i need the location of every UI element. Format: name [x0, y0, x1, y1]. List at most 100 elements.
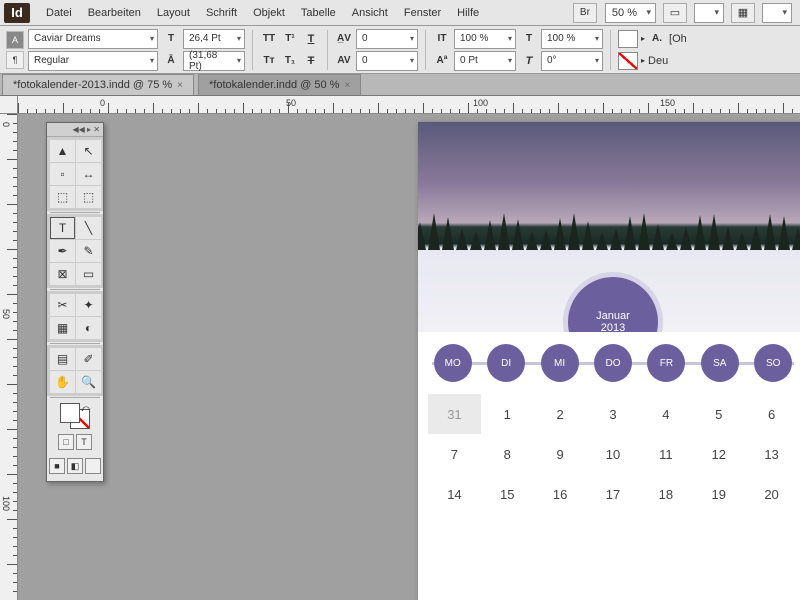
calendar-cell[interactable]: 6 — [745, 394, 798, 434]
selection-tool[interactable]: ▲ — [50, 140, 75, 162]
control-bar: A ¶ Caviar Dreams Regular T26,4 Pt Ā(31,… — [0, 26, 800, 74]
calendar-cell[interactable]: 2 — [534, 394, 587, 434]
kerning-input[interactable]: 0 — [356, 29, 418, 49]
calendar-cell[interactable]: 19 — [692, 474, 745, 514]
para-mode-button[interactable]: ¶ — [6, 51, 24, 69]
page-tool[interactable]: ▫ — [50, 163, 75, 185]
menu-bearbeiten[interactable]: Bearbeiten — [80, 3, 149, 23]
horizontal-ruler[interactable]: 050100150200 — [18, 96, 800, 114]
smallcaps-icon[interactable]: Tᴛ — [260, 52, 278, 70]
canvas[interactable]: Januar 2013 MODIMIDOFRSASO 3112345678910… — [18, 114, 800, 600]
stroke-swatch[interactable] — [618, 52, 638, 70]
calendar-cell[interactable]: 8 — [481, 434, 534, 474]
allcaps-icon[interactable]: TT — [260, 30, 278, 48]
apply-color-button[interactable]: ■ — [49, 458, 65, 474]
ruler-origin[interactable] — [0, 96, 18, 114]
panel-header[interactable]: ◀◀ ▸ ✕ — [47, 123, 103, 137]
strike-icon[interactable]: T — [302, 52, 320, 70]
menu-hilfe[interactable]: Hilfe — [449, 3, 487, 23]
fill-swatch[interactable] — [618, 30, 638, 48]
calendar-cell[interactable]: 18 — [639, 474, 692, 514]
menu-schrift[interactable]: Schrift — [198, 3, 245, 23]
direct-selection-tool[interactable]: ↖ — [76, 140, 101, 162]
view-mode-button[interactable]: ▭ — [663, 3, 687, 23]
apply-text-button[interactable]: T — [76, 434, 92, 450]
vscale-input[interactable]: 100 % — [454, 29, 516, 49]
calendar-cell[interactable]: 20 — [745, 474, 798, 514]
apply-gradient-button[interactable]: ◧ — [67, 458, 83, 474]
menu-datei[interactable]: Datei — [38, 3, 80, 23]
charstyle-icon[interactable]: A. — [648, 30, 666, 48]
workspace-select[interactable] — [762, 3, 792, 23]
screen-mode-select[interactable] — [694, 3, 724, 23]
calendar-cell[interactable]: 1 — [481, 394, 534, 434]
transform-tool[interactable]: ✦ — [76, 294, 101, 316]
eyedropper-tool[interactable]: ✐ — [76, 348, 101, 370]
hscale-input[interactable]: 100 % — [541, 29, 603, 49]
line-tool[interactable]: ╲ — [76, 217, 101, 239]
calendar-cell[interactable]: 14 — [428, 474, 481, 514]
track-icon: AV — [335, 52, 353, 70]
menu-objekt[interactable]: Objekt — [245, 3, 293, 23]
tracking-input[interactable]: 0 — [356, 51, 418, 71]
calendar-cell[interactable]: 15 — [481, 474, 534, 514]
weekday-badge: SO — [754, 344, 792, 382]
calendar-cell[interactable]: 10 — [587, 434, 640, 474]
char-mode-button[interactable]: A — [6, 31, 24, 49]
super-icon[interactable]: T¹ — [281, 30, 299, 48]
gradient-swatch-tool[interactable]: ▦ — [50, 317, 75, 339]
calendar-cell[interactable]: 11 — [639, 434, 692, 474]
calendar-cell[interactable]: 3 — [587, 394, 640, 434]
underline-icon[interactable]: T — [302, 30, 320, 48]
menu-fenster[interactable]: Fenster — [396, 3, 449, 23]
sub-icon[interactable]: T₁ — [281, 52, 299, 70]
calendar-cell[interactable]: 4 — [639, 394, 692, 434]
calendar-cell[interactable]: 13 — [745, 434, 798, 474]
menu-tabelle[interactable]: Tabelle — [293, 3, 344, 23]
zoom-select[interactable]: 50 % — [605, 3, 656, 23]
menubar: Id DateiBearbeitenLayoutSchriftObjektTab… — [0, 0, 800, 26]
document-tab[interactable]: *fotokalender.indd @ 50 %× — [198, 74, 361, 95]
calendar-cell[interactable]: 16 — [534, 474, 587, 514]
baseline-input[interactable]: 0 Pt — [454, 51, 516, 71]
font-select[interactable]: Caviar Dreams — [28, 29, 158, 49]
apply-none-button[interactable] — [85, 458, 101, 474]
content-collector-tool[interactable]: ⬚ — [50, 186, 75, 208]
font-style-select[interactable]: Regular — [28, 51, 158, 71]
month-label: Januar — [596, 310, 630, 322]
type-tool[interactable]: T — [50, 217, 75, 239]
calendar-cell[interactable]: 7 — [428, 434, 481, 474]
menu-layout[interactable]: Layout — [149, 3, 198, 23]
fill-stroke-swatch[interactable]: ⤺ — [60, 403, 90, 429]
note-tool[interactable]: ▤ — [50, 348, 75, 370]
bridge-button[interactable]: Br — [573, 3, 597, 23]
rect-frame-tool[interactable]: ⊠ — [50, 263, 75, 285]
vertical-ruler[interactable]: 050100 — [0, 114, 18, 600]
arrange-button[interactable]: ▦ — [731, 3, 755, 23]
pencil-tool[interactable]: ✎ — [76, 240, 101, 262]
size-icon: T — [162, 30, 180, 48]
document-page[interactable]: Januar 2013 MODIMIDOFRSASO 3112345678910… — [418, 122, 800, 600]
close-icon[interactable]: × — [344, 80, 350, 91]
gap-tool[interactable]: ↔ — [76, 163, 101, 185]
zoom-tool[interactable]: 🔍 — [76, 371, 101, 393]
menu-ansicht[interactable]: Ansicht — [344, 3, 396, 23]
leading-input[interactable]: (31,68 Pt) — [183, 51, 245, 71]
calendar-cell[interactable]: 9 — [534, 434, 587, 474]
calendar-cell[interactable]: 12 — [692, 434, 745, 474]
close-icon[interactable]: × — [177, 80, 183, 91]
apply-container-button[interactable]: □ — [58, 434, 74, 450]
calendar-cell[interactable]: 31 — [428, 394, 481, 434]
calendar-cell[interactable]: 17 — [587, 474, 640, 514]
document-tab[interactable]: *fotokalender-2013.indd @ 75 %× — [2, 74, 194, 95]
skew-input[interactable]: 0° — [541, 51, 603, 71]
hand-tool[interactable]: ✋ — [50, 371, 75, 393]
rect-tool[interactable]: ▭ — [76, 263, 101, 285]
content-placer-tool[interactable]: ⬚ — [76, 186, 101, 208]
scissors-tool[interactable]: ✂ — [50, 294, 75, 316]
gradient-feather-tool[interactable]: ◐ — [76, 317, 101, 339]
tools-panel[interactable]: ◀◀ ▸ ✕ ▲ ↖ ▫ ↔ ⬚ ⬚ T ╲ ✒ ✎ ⊠ ▭ ✂ ✦ — [46, 122, 104, 482]
font-size-input[interactable]: 26,4 Pt — [183, 29, 245, 49]
calendar-cell[interactable]: 5 — [692, 394, 745, 434]
pen-tool[interactable]: ✒ — [50, 240, 75, 262]
